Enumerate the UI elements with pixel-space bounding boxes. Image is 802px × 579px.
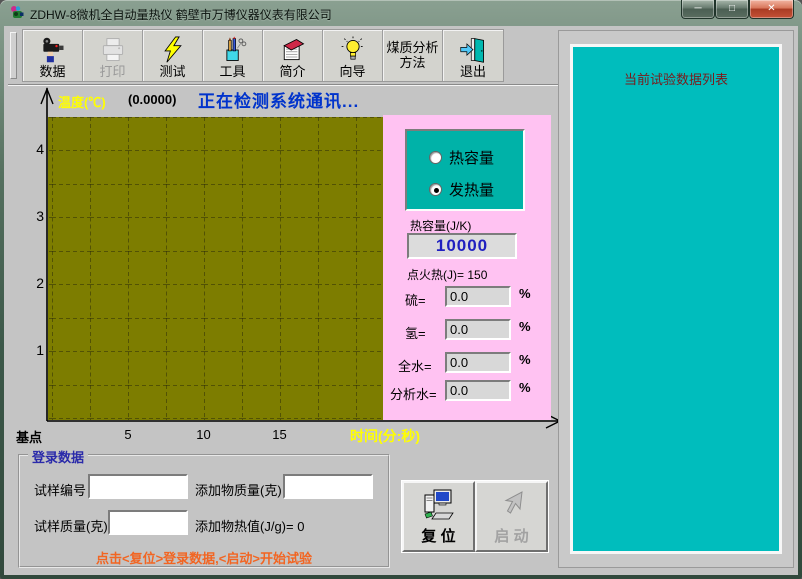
maximize-button[interactable]: □ bbox=[715, 0, 749, 19]
minimize-button[interactable]: ─ bbox=[681, 0, 715, 19]
toolbar-button-wizard[interactable]: 向导 bbox=[323, 30, 383, 81]
radio-calorific-value[interactable]: 发热量 bbox=[429, 179, 494, 200]
toolbar-button-tools[interactable]: 工具 bbox=[203, 30, 263, 81]
y-tick-2: 2 bbox=[26, 275, 44, 291]
radio-heat-capacity-label: 热容量 bbox=[449, 147, 494, 168]
login-data-groupbox: 登录数据 试样编号 添加物质量(克) 试样质量(克) 添加物热值(J/g)= 0… bbox=[18, 454, 390, 568]
parameter-panel: 热容量 发热量 热容量(J/K) 点火热(J)= 150 硫= % 氢= % 全… bbox=[383, 115, 551, 420]
data-list-title: 当前试验数据列表 bbox=[573, 47, 779, 88]
toolbar-label-coal-analysis-line1: 煤质分析 bbox=[386, 41, 438, 55]
printer-icon bbox=[99, 36, 127, 64]
client-area: 数据 打印 测试 bbox=[4, 26, 798, 575]
y-tick-3: 3 bbox=[26, 208, 44, 224]
y-tick-1: 1 bbox=[26, 342, 44, 358]
total-water-label: 全水= bbox=[398, 356, 432, 375]
total-water-input[interactable] bbox=[445, 352, 511, 373]
sample-mass-input[interactable] bbox=[108, 510, 188, 535]
action-button-group: 复 位 启 动 bbox=[401, 480, 549, 553]
toolbar-button-print[interactable]: 打印 bbox=[83, 30, 143, 81]
toolbar-button-test[interactable]: 测试 bbox=[143, 30, 203, 81]
login-data-title: 登录数据 bbox=[28, 447, 88, 466]
x-origin-label: 基点 bbox=[16, 427, 42, 446]
heat-capacity-input[interactable] bbox=[407, 233, 517, 259]
toolbar-button-exit[interactable]: 退出 bbox=[443, 30, 503, 81]
radio-selected-dot bbox=[434, 188, 439, 193]
close-button[interactable]: ✕ bbox=[749, 0, 794, 19]
notebook-icon bbox=[279, 36, 307, 64]
additive-heat-value: 0 bbox=[297, 519, 304, 534]
total-water-unit: % bbox=[519, 352, 531, 367]
cursor-arrow-icon bbox=[495, 488, 529, 522]
app-icon bbox=[9, 5, 25, 21]
time-axis-title: 时间(分:秒) bbox=[350, 426, 420, 446]
mode-select-box: 热容量 发热量 bbox=[405, 129, 525, 211]
heat-capacity-label: 热容量(J/K) bbox=[410, 217, 471, 234]
additive-mass-label: 添加物质量(克) bbox=[195, 480, 282, 499]
additive-mass-input[interactable] bbox=[283, 474, 373, 499]
x-tick-5: 5 bbox=[118, 427, 138, 442]
radio-calorific-value-circle[interactable] bbox=[429, 183, 442, 196]
toolbar: 数据 打印 测试 bbox=[22, 29, 504, 82]
toolbar-label-test: 测试 bbox=[159, 65, 185, 79]
radio-calorific-value-label: 发热量 bbox=[449, 179, 494, 200]
hydrogen-input[interactable] bbox=[445, 319, 511, 340]
reset-button-label: 复 位 bbox=[421, 525, 455, 546]
ignition-heat-label: 点火热(J)= 150 bbox=[407, 266, 487, 283]
sample-mass-label: 试样质量(克) bbox=[34, 516, 108, 535]
radio-heat-capacity-circle[interactable] bbox=[429, 151, 442, 164]
computer-icon bbox=[422, 488, 456, 522]
analysis-water-input[interactable] bbox=[445, 380, 511, 401]
toolbar-button-data[interactable]: 数据 bbox=[23, 30, 83, 81]
hint-text: 点击<复位>登录数据,<启动>开始试验 bbox=[20, 548, 388, 567]
sulfur-label: 硫= bbox=[405, 290, 426, 309]
toolbar-label-exit: 退出 bbox=[460, 65, 486, 79]
x-tick-15: 15 bbox=[267, 427, 292, 442]
start-button-label: 启 动 bbox=[494, 525, 528, 546]
sulfur-input[interactable] bbox=[445, 286, 511, 307]
toolbar-label-tools: 工具 bbox=[219, 65, 245, 79]
window-title: ZDHW-8微机全自动量热仪 鹤壁市万博仪器仪表有限公司 bbox=[30, 6, 332, 23]
close-icon: ✕ bbox=[767, 4, 775, 14]
sample-id-label: 试样编号 bbox=[34, 480, 86, 499]
toolbar-grip[interactable] bbox=[10, 32, 17, 79]
analysis-water-label: 分析水= bbox=[390, 384, 437, 403]
exit-door-icon bbox=[459, 36, 487, 64]
toolbar-label-print: 打印 bbox=[99, 65, 125, 79]
data-list-panel: 当前试验数据列表 bbox=[558, 30, 794, 568]
toolbar-label-intro: 简介 bbox=[279, 65, 305, 79]
radio-heat-capacity[interactable]: 热容量 bbox=[429, 147, 494, 168]
current-test-data-list[interactable]: 当前试验数据列表 bbox=[570, 44, 782, 554]
toolbar-label-data: 数据 bbox=[39, 65, 65, 79]
lightning-icon bbox=[159, 36, 187, 64]
sample-id-input[interactable] bbox=[88, 474, 188, 499]
sulfur-unit: % bbox=[519, 286, 531, 301]
x-tick-10: 10 bbox=[191, 427, 216, 442]
reset-button[interactable]: 复 位 bbox=[402, 481, 475, 552]
additive-heat-label: 添加物热值(J/g)= 0 bbox=[195, 516, 304, 535]
toolbar-label-wizard: 向导 bbox=[339, 65, 365, 79]
y-tick-4: 4 bbox=[26, 141, 44, 157]
title-bar[interactable]: ZDHW-8微机全自动量热仪 鹤壁市万博仪器仪表有限公司 ─ □ ✕ bbox=[0, 0, 802, 26]
tools-icon bbox=[219, 36, 247, 64]
analysis-water-unit: % bbox=[519, 380, 531, 395]
toolbar-label-coal-analysis-line2: 方法 bbox=[399, 56, 425, 70]
minimize-icon: ─ bbox=[694, 4, 701, 14]
camera-icon bbox=[39, 36, 67, 64]
toolbar-button-coal-analysis[interactable]: 煤质分析 方法 bbox=[383, 30, 443, 81]
hydrogen-unit: % bbox=[519, 319, 531, 334]
ignition-heat-value: 150 bbox=[467, 268, 487, 282]
toolbar-button-intro[interactable]: 简介 bbox=[263, 30, 323, 81]
maximize-icon: □ bbox=[729, 4, 735, 14]
application-window: ZDHW-8微机全自动量热仪 鹤壁市万博仪器仪表有限公司 ─ □ ✕ 数据 bbox=[0, 0, 802, 579]
start-button[interactable]: 启 动 bbox=[475, 481, 548, 552]
lightbulb-icon bbox=[339, 36, 367, 64]
hydrogen-label: 氢= bbox=[405, 323, 426, 342]
